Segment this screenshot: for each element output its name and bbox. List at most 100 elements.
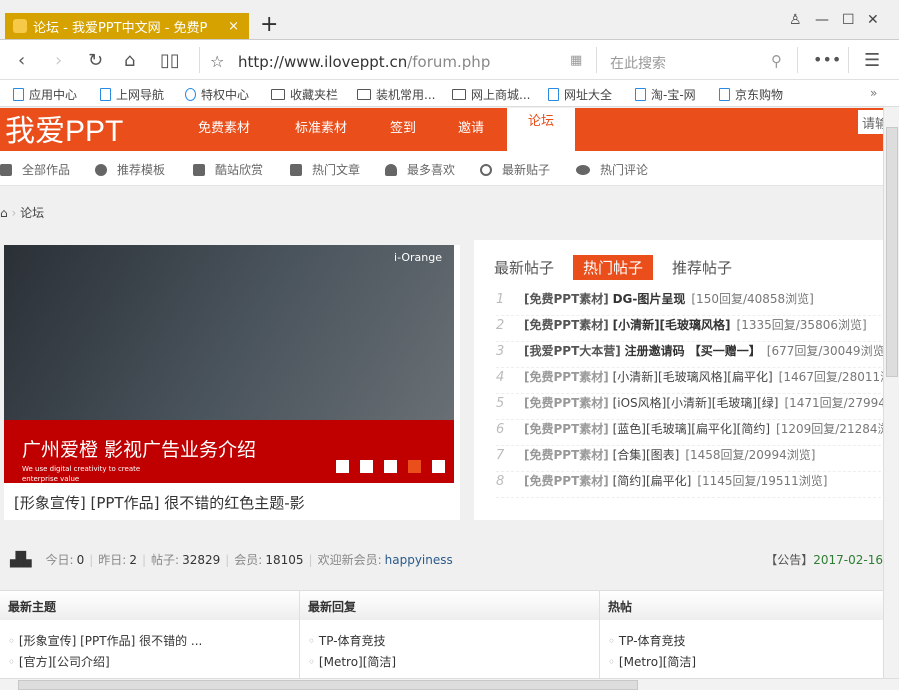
search-input[interactable]: 在此搜索 xyxy=(610,53,666,73)
tab-recommended-posts[interactable]: 推荐帖子 xyxy=(662,255,742,280)
list-item[interactable]: TP-体育竞技 xyxy=(308,632,591,653)
announcement[interactable]: 【公告】2017-02-16 xyxy=(765,551,883,568)
subnav-cool-sites[interactable]: 酷站欣赏 xyxy=(193,161,263,178)
browser-tab[interactable]: 论坛 - 我爱PPT中文网 - 免费P × xyxy=(5,13,249,39)
post-title[interactable]: 注册邀请码 【买一赠一】 xyxy=(625,344,761,358)
post-category[interactable]: [免费PPT素材] xyxy=(524,370,609,384)
post-row[interactable]: 6 [免费PPT素材] [蓝色][毛玻璃][扁平化][简约] [1209回复/212… xyxy=(496,420,883,446)
post-meta: [1467回复/28011浏 xyxy=(778,370,883,384)
forward-icon[interactable]: › xyxy=(55,50,62,71)
nav-invite[interactable]: 邀请 xyxy=(458,117,484,136)
bookmark[interactable]: 应用中心 xyxy=(13,86,77,103)
post-meta: [1145回复/19511浏览] xyxy=(697,474,828,488)
list-item[interactable]: [Metro][简洁] xyxy=(608,653,883,674)
post-category[interactable]: [我爱PPT大本营] xyxy=(524,344,621,358)
list-item[interactable]: TP-体育竞技 xyxy=(608,632,883,653)
slide-image[interactable]: i-Orange 广州爱橙 影视广告业务介绍 We use digital cr… xyxy=(4,245,454,483)
home-icon[interactable]: ⌂ xyxy=(124,50,135,71)
more-icon[interactable]: ••• xyxy=(813,50,841,69)
scroll-thumb[interactable] xyxy=(886,127,898,377)
post-row[interactable]: 3 [我爱PPT大本营] 注册邀请码 【买一赠一】 [677回复/30049浏览] xyxy=(496,342,883,368)
post-row[interactable]: 7 [免费PPT素材] [合集][图表] [1458回复/20994浏览] xyxy=(496,446,883,472)
slide-dot[interactable] xyxy=(336,460,349,473)
post-title[interactable]: DG-图片呈现 xyxy=(613,292,686,306)
post-title[interactable]: [简约][扁平化] xyxy=(613,474,692,488)
tab-latest-posts[interactable]: 最新帖子 xyxy=(484,255,564,280)
vertical-scrollbar[interactable] xyxy=(883,107,899,678)
post-category[interactable]: [免费PPT素材] xyxy=(524,474,609,488)
subnav-most-liked[interactable]: 最多喜欢 xyxy=(385,161,455,178)
breadcrumb-forum[interactable]: 论坛 xyxy=(20,206,44,220)
maximize-button[interactable]: ☐ xyxy=(842,12,855,28)
slide-dot[interactable] xyxy=(360,460,373,473)
post-row[interactable]: 5 [免费PPT素材] [iOS风格][小清新][毛玻璃][绿] [1471回复/2… xyxy=(496,394,883,420)
post-title[interactable]: [合集][图表] xyxy=(613,448,680,462)
new-tab-button[interactable]: + xyxy=(260,12,278,37)
scroll-thumb[interactable] xyxy=(18,680,638,690)
post-row[interactable]: 1 [免费PPT素材] DG-图片呈现 [150回复/40858浏览] xyxy=(496,290,883,316)
post-category[interactable]: [免费PPT素材] xyxy=(524,292,609,306)
bookmark[interactable]: 网上商城... xyxy=(452,86,530,103)
post-category[interactable]: [免费PPT素材] xyxy=(524,396,609,410)
bookmark[interactable]: 网址大全 xyxy=(548,86,612,103)
more-bookmarks-icon[interactable]: » xyxy=(870,86,877,100)
bookmark-label: 特权中心 xyxy=(201,88,250,102)
subnav-hot-comments[interactable]: 热门评论 xyxy=(576,161,648,178)
post-category[interactable]: [免费PPT素材] xyxy=(524,422,609,436)
close-window-button[interactable]: ✕ xyxy=(867,12,879,28)
bookmark[interactable]: 装机常用... xyxy=(357,86,435,103)
nav-checkin[interactable]: 签到 xyxy=(390,117,416,136)
bookmark[interactable]: 特权中心 xyxy=(185,86,249,103)
reader-icon[interactable]: ▯▯ xyxy=(160,50,180,71)
slide-caption[interactable]: [形象宣传] [PPT作品] 很不错的红色主题-影 xyxy=(14,492,305,513)
minimize-button[interactable]: — xyxy=(815,12,829,28)
post-category[interactable]: [免费PPT素材] xyxy=(524,448,609,462)
nav-free-materials[interactable]: 免费素材 xyxy=(198,117,250,136)
slide-dot[interactable] xyxy=(432,460,445,473)
post-meta: [1458回复/20994浏览] xyxy=(685,448,816,462)
back-icon[interactable]: ‹ xyxy=(18,50,25,71)
post-title[interactable]: [蓝色][毛玻璃][扁平化][简约] xyxy=(613,422,770,436)
qr-code-icon[interactable]: ▦ xyxy=(570,53,582,68)
list-item[interactable]: [Metro][简洁] xyxy=(308,653,591,674)
subnav-recommended[interactable]: 推荐模板 xyxy=(95,161,165,178)
subnav-hot-articles[interactable]: 热门文章 xyxy=(290,161,360,178)
post-row[interactable]: 8 [免费PPT素材] [简约][扁平化] [1145回复/19511浏览] xyxy=(496,472,883,498)
list-item[interactable]: [形象宣传] [PPT作品] 很不错的 ... xyxy=(8,632,291,653)
brand-logo: i-Orange xyxy=(394,251,442,264)
post-row[interactable]: 2 [免费PPT素材] [小清新][毛玻璃风格] [1335回复/35806浏览] xyxy=(496,316,883,342)
subnav-all-works[interactable]: 全部作品 xyxy=(0,161,70,178)
post-title[interactable]: [小清新][毛玻璃风格] xyxy=(613,318,731,332)
site-search-input[interactable]: 请输 xyxy=(858,110,883,134)
site-logo[interactable]: 我爱PPT xyxy=(5,107,123,150)
post-category[interactable]: [免费PPT素材] xyxy=(524,318,609,332)
nav-standard-materials[interactable]: 标准素材 xyxy=(295,117,347,136)
close-tab-icon[interactable]: × xyxy=(228,19,239,34)
bookmark[interactable]: 淘-宝-网 xyxy=(635,86,696,103)
star-icon[interactable]: ☆ xyxy=(210,52,224,71)
search-icon[interactable]: ⚲ xyxy=(771,52,782,70)
slide-dot-active[interactable] xyxy=(408,460,421,473)
post-title[interactable]: [小清新][毛玻璃风格][扁平化] xyxy=(613,370,773,384)
yesterday-count: 2 xyxy=(129,552,137,567)
user-icon[interactable]: ♙ xyxy=(789,12,802,28)
nav-forum[interactable]: 论坛 xyxy=(507,108,575,151)
slide-dot[interactable] xyxy=(384,460,397,473)
post-title[interactable]: [iOS风格][小清新][毛玻璃][绿] xyxy=(613,396,779,410)
label: 昨日: xyxy=(98,553,127,567)
address-bar[interactable]: http://www.iloveppt.cn/forum.php xyxy=(238,53,490,71)
reload-icon[interactable]: ↻ xyxy=(88,50,103,71)
bookmark[interactable]: 上网导航 xyxy=(100,86,164,103)
list-item[interactable]: [官方][公司介绍] xyxy=(8,653,291,674)
subnav-latest-posts[interactable]: 最新贴子 xyxy=(480,161,550,178)
bookmark[interactable]: 京东购物 xyxy=(719,86,783,103)
home-icon[interactable]: ⌂ xyxy=(0,206,8,220)
bookmark[interactable]: 收藏夹栏 xyxy=(271,86,338,103)
menu-icon[interactable]: ☰ xyxy=(864,50,880,71)
new-member-link[interactable]: happyiness xyxy=(385,553,453,567)
rank-number: 4 xyxy=(496,370,505,385)
tab-hot-posts[interactable]: 热门帖子 xyxy=(573,255,654,280)
post-row[interactable]: 4 [免费PPT素材] [小清新][毛玻璃风格][扁平化] [1467回复/2801… xyxy=(496,368,883,394)
page-icon xyxy=(100,88,111,101)
horizontal-scrollbar[interactable] xyxy=(0,678,899,690)
